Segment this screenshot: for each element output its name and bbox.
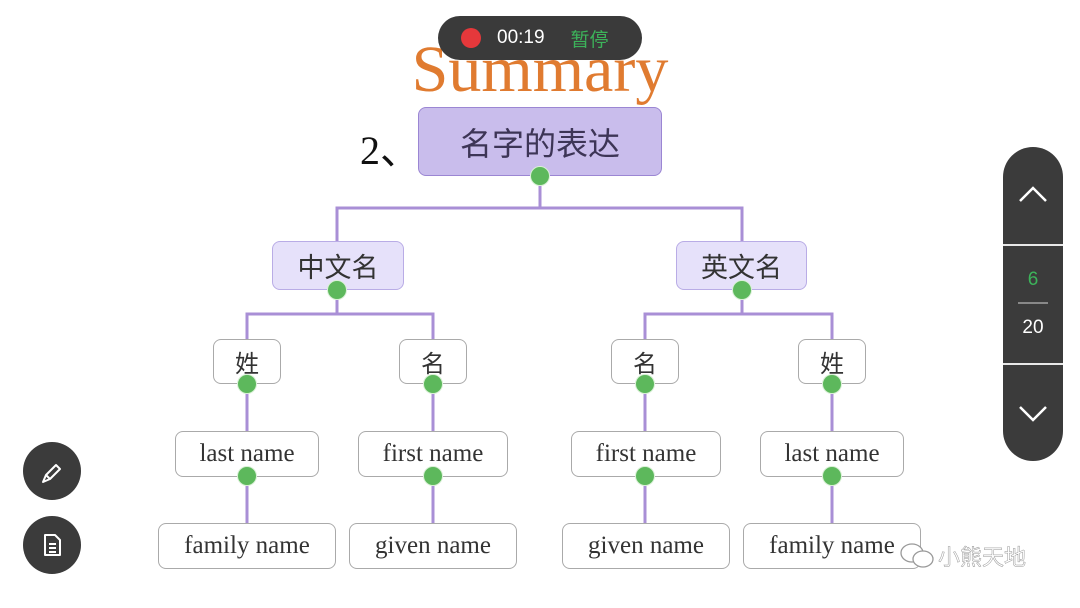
pen-button[interactable] [23,442,81,500]
total-pages: 20 [1022,317,1044,338]
section-number: 2、 [360,128,420,173]
node-knob [423,466,443,486]
document-icon [44,534,61,556]
english-label: first name [382,440,484,467]
synonym-node[interactable]: given name [562,523,730,569]
node-knob [822,374,842,394]
english-label: last name [199,440,295,467]
node-knob [635,374,655,394]
node-knob [327,280,347,300]
node-knob [732,280,752,300]
node-knob [237,374,257,394]
prev-page-button[interactable] [1003,147,1063,244]
node-knob [822,466,842,486]
watermark-text: 小熊天地 [938,546,1027,572]
synonym-node[interactable]: family name [743,523,921,569]
synonym-label: family name [769,532,895,559]
node-knob [530,166,550,186]
notes-button[interactable] [23,516,81,574]
root-node-label: 名字的表达 [459,124,620,163]
record-dot-icon [461,28,481,48]
node-knob [635,466,655,486]
recording-bar: 00:19 暂停 [438,16,642,60]
watermark: 小熊天地 [898,540,1026,572]
english-label: last name [784,440,880,467]
synonym-node[interactable]: family name [158,523,336,569]
synonym-label: given name [588,532,704,559]
synonym-node[interactable]: given name [349,523,517,569]
english-label: first name [595,440,697,467]
recording-time: 00:19 [497,27,545,48]
synonym-label: given name [375,532,491,559]
pause-button[interactable]: 暂停 [571,25,609,52]
synonym-label: family name [184,532,310,559]
divider [1003,244,1063,246]
current-page: 6 [1027,269,1039,290]
chevron-down-icon [1019,406,1047,422]
chevron-up-icon [1019,186,1047,202]
page-navigator: 6 20 [1003,147,1063,461]
next-page-button[interactable] [1003,365,1063,461]
page-fraction-line [1018,302,1048,304]
node-knob [237,466,257,486]
node-knob [423,374,443,394]
wechat-icon [900,543,934,568]
pencil-icon [42,464,61,483]
